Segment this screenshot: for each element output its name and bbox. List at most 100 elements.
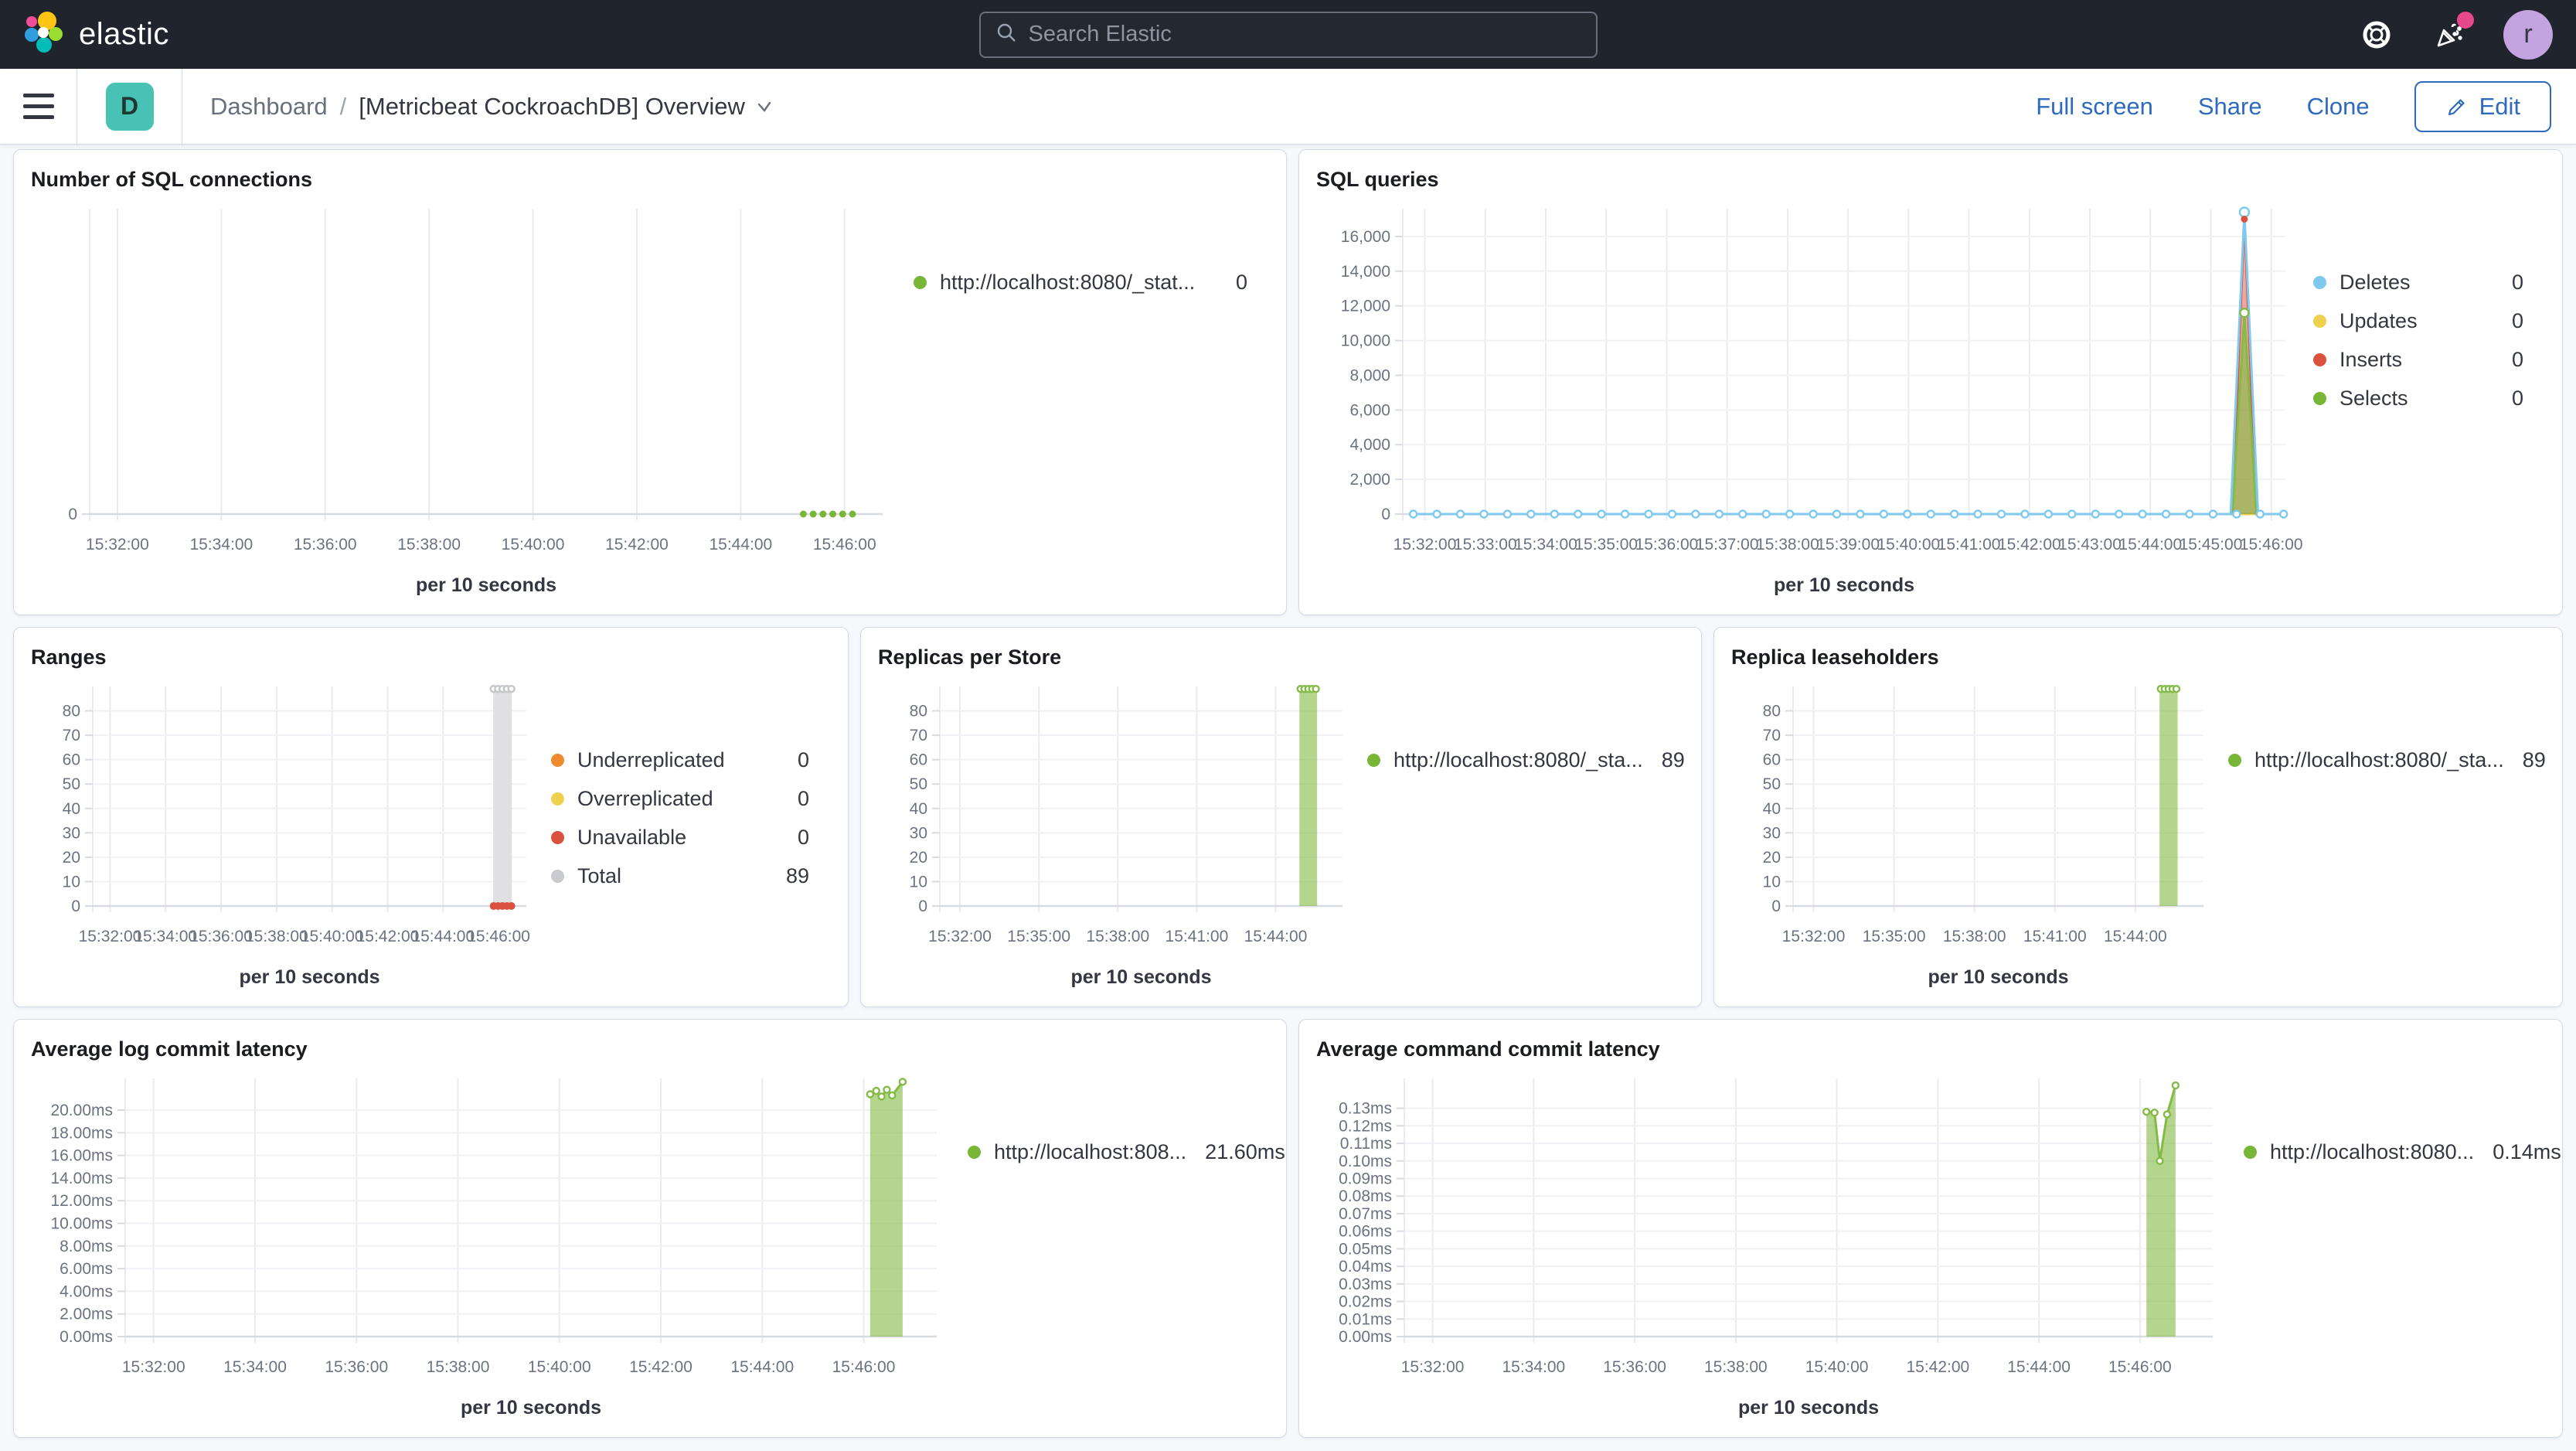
chart-canvas-avg-log-commit-latency[interactable]: 15:32:00 15:34:00 15:36:00 15:38:00 15:40:00… bbox=[31, 1066, 960, 1428]
chart-canvas-replica-leaseholders[interactable]: 15:32:00 15:35:00 15:38:00 15:41:00 15:44:00… bbox=[1731, 674, 2220, 997]
svg-text:50: 50 bbox=[63, 775, 80, 793]
legend-label: Deletes bbox=[2339, 271, 2411, 294]
top-navbar: elastic Search Elastic r bbox=[0, 0, 2576, 69]
svg-text:15:43:00: 15:43:00 bbox=[2058, 536, 2122, 553]
user-avatar[interactable]: r bbox=[2503, 9, 2553, 60]
svg-text:15:36:00: 15:36:00 bbox=[1635, 536, 1699, 553]
svg-text:15:40:00: 15:40:00 bbox=[528, 1358, 591, 1376]
svg-text:15:42:00: 15:42:00 bbox=[605, 536, 669, 553]
legend-item[interactable]: Total 89 bbox=[551, 864, 809, 888]
hamburger-bars bbox=[22, 94, 54, 119]
svg-text:15:40:00: 15:40:00 bbox=[1805, 1358, 1869, 1376]
legend-color-dot bbox=[551, 754, 564, 767]
legend-item[interactable]: http://localhost:8080/_sta... 89 bbox=[2228, 748, 2546, 772]
legend-label: Updates bbox=[2339, 309, 2418, 332]
legend-item[interactable]: http://localhost:8080/_stat... 0 bbox=[914, 271, 1247, 295]
news-feed-icon[interactable] bbox=[2431, 11, 2474, 53]
space-badge[interactable]: D bbox=[105, 82, 154, 131]
svg-text:15:36:00: 15:36:00 bbox=[325, 1358, 388, 1376]
svg-text:0.10ms: 0.10ms bbox=[1339, 1153, 1392, 1170]
svg-text:10: 10 bbox=[910, 873, 927, 891]
legend-label: Inserts bbox=[2339, 348, 2403, 371]
chart-canvas-sql-queries[interactable]: 15:32:00 15:33:00 15:34:00 15:35:00 15:36:00… bbox=[1316, 196, 2305, 605]
help-icon[interactable] bbox=[2358, 16, 2395, 53]
dashboard-panel-sql-queries: SQL queries 15:32:00 15:33:00 15:34:00 15:35… bbox=[1298, 149, 2563, 615]
svg-text:15:34:00: 15:34:00 bbox=[1502, 1358, 1565, 1376]
legend-value: 0.14ms bbox=[2493, 1140, 2561, 1163]
chart-legend: http://localhost:8080... 0.14ms bbox=[2236, 1066, 2561, 1428]
legend-label: Underreplicated bbox=[577, 748, 725, 771]
svg-text:40: 40 bbox=[910, 800, 927, 818]
svg-text:20: 20 bbox=[63, 849, 80, 867]
svg-text:10: 10 bbox=[63, 873, 80, 891]
legend-value: 21.60ms bbox=[1205, 1140, 1285, 1163]
svg-text:0.03ms: 0.03ms bbox=[1339, 1276, 1392, 1293]
chart-canvas-sql-connections[interactable]: 15:32:00 15:34:00 15:36:00 15:38:00 15:40:00… bbox=[31, 196, 906, 605]
full-screen-button[interactable]: Full screen bbox=[2036, 93, 2153, 121]
legend-color-dot bbox=[2313, 392, 2326, 405]
svg-text:16,000: 16,000 bbox=[1341, 228, 1390, 246]
svg-text:2,000: 2,000 bbox=[1349, 471, 1390, 489]
menu-icon[interactable] bbox=[0, 69, 77, 144]
search-input[interactable] bbox=[1028, 22, 1582, 47]
svg-text:0.00ms: 0.00ms bbox=[60, 1328, 113, 1346]
legend-color-dot bbox=[2244, 1146, 2257, 1159]
chart-canvas-avg-command-commit-latency[interactable]: 15:32:00 15:34:00 15:36:00 15:38:00 15:40:00… bbox=[1316, 1066, 2236, 1428]
share-button[interactable]: Share bbox=[2198, 93, 2262, 121]
svg-text:per 10 seconds: per 10 seconds bbox=[416, 574, 556, 596]
svg-text:0.02ms: 0.02ms bbox=[1339, 1293, 1392, 1311]
space-selector[interactable]: D bbox=[77, 69, 182, 144]
svg-text:80: 80 bbox=[910, 703, 927, 720]
edit-button[interactable]: Edit bbox=[2414, 80, 2551, 132]
legend-color-dot bbox=[2313, 353, 2326, 366]
chart-legend: http://localhost:8080/_stat... 0 bbox=[906, 196, 1269, 605]
svg-text:0.07ms: 0.07ms bbox=[1339, 1205, 1392, 1223]
svg-text:15:32:00: 15:32:00 bbox=[1401, 1358, 1465, 1376]
legend-item[interactable]: Inserts 0 bbox=[2313, 348, 2523, 372]
svg-text:15:38:00: 15:38:00 bbox=[397, 536, 461, 553]
dashboard-panel-replica-leaseholders: Replica leaseholders 15:32:00 15:35:00 15:3… bbox=[1713, 627, 2563, 1007]
legend-item[interactable]: http://localhost:8080/_sta... 89 bbox=[1367, 748, 1685, 772]
svg-text:0.05ms: 0.05ms bbox=[1339, 1240, 1392, 1258]
elastic-brand[interactable]: elastic bbox=[23, 12, 169, 57]
legend-item[interactable]: http://localhost:8080... 0.14ms bbox=[2244, 1140, 2561, 1164]
svg-text:50: 50 bbox=[910, 775, 927, 793]
legend-item[interactable]: Underreplicated 0 bbox=[551, 748, 809, 772]
legend-value: 0 bbox=[2511, 309, 2523, 332]
legend-value: 0 bbox=[797, 748, 809, 771]
global-search[interactable] bbox=[978, 11, 1598, 58]
svg-text:15:41:00: 15:41:00 bbox=[1165, 928, 1229, 945]
svg-text:15:35:00: 15:35:00 bbox=[1863, 928, 1926, 945]
legend-item[interactable]: Deletes 0 bbox=[2313, 271, 2523, 295]
legend-color-dot bbox=[914, 276, 927, 289]
svg-text:30: 30 bbox=[63, 824, 80, 842]
svg-text:15:34:00: 15:34:00 bbox=[189, 536, 253, 553]
legend-item[interactable]: Unavailable 0 bbox=[551, 826, 809, 850]
svg-text:0.01ms: 0.01ms bbox=[1339, 1310, 1392, 1328]
svg-text:15:34:00: 15:34:00 bbox=[134, 928, 197, 945]
legend-item[interactable]: http://localhost:808... 21.60ms bbox=[968, 1140, 1285, 1164]
clone-button[interactable]: Clone bbox=[2307, 93, 2370, 121]
svg-text:per 10 seconds: per 10 seconds bbox=[1738, 1397, 1879, 1419]
legend-item[interactable]: Updates 0 bbox=[2313, 309, 2523, 333]
chart-legend: Deletes 0 Updates 0 Inserts 0 Selects 0 bbox=[2305, 196, 2545, 605]
svg-text:0.11ms: 0.11ms bbox=[1340, 1135, 1392, 1153]
breadcrumb-dashboard[interactable]: Dashboard bbox=[210, 93, 328, 121]
svg-text:0.09ms: 0.09ms bbox=[1339, 1170, 1392, 1188]
chart-canvas-ranges[interactable]: 15:32:00 15:34:00 15:36:00 15:38:00 15:40:00… bbox=[31, 674, 543, 997]
legend-label: Overreplicated bbox=[577, 787, 713, 810]
svg-text:18.00ms: 18.00ms bbox=[50, 1124, 113, 1142]
svg-text:70: 70 bbox=[910, 727, 927, 744]
svg-text:15:44:00: 15:44:00 bbox=[709, 536, 772, 553]
chart-canvas-replicas-per-store[interactable]: 15:32:00 15:35:00 15:38:00 15:41:00 15:44:00… bbox=[878, 674, 1359, 997]
legend-item[interactable]: Overreplicated 0 bbox=[551, 787, 809, 811]
svg-text:16.00ms: 16.00ms bbox=[50, 1147, 113, 1165]
svg-text:0.13ms: 0.13ms bbox=[1339, 1100, 1392, 1118]
dashboard-grid: Number of SQL connections 15:32:00 15:34:0… bbox=[0, 145, 2576, 1449]
svg-text:15:46:00: 15:46:00 bbox=[2108, 1358, 2172, 1376]
legend-item[interactable]: Selects 0 bbox=[2313, 387, 2523, 410]
svg-text:15:44:00: 15:44:00 bbox=[2118, 536, 2182, 553]
legend-color-dot bbox=[2313, 315, 2326, 328]
page-title[interactable]: [Metricbeat CockroachDB] Overview bbox=[359, 93, 774, 121]
svg-text:20: 20 bbox=[1763, 849, 1781, 867]
